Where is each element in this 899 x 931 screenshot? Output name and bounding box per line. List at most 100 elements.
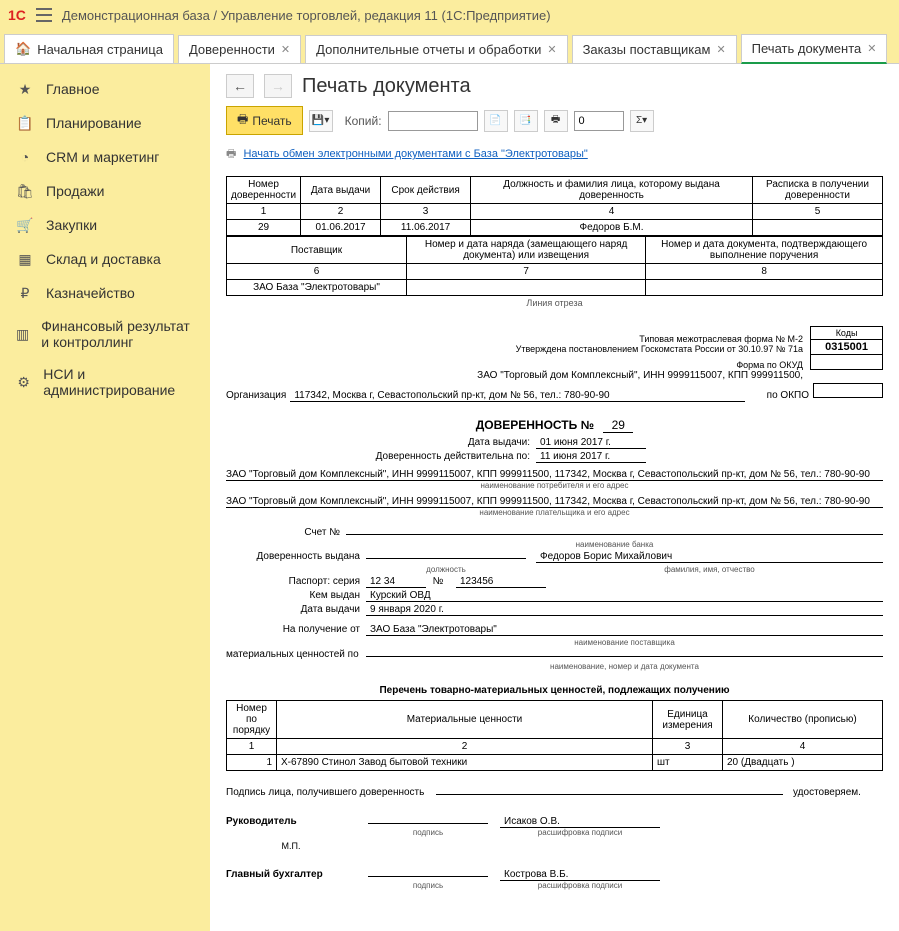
th: Единица измерения — [653, 701, 723, 739]
app-title: Демонстрационная база / Управление торго… — [62, 8, 551, 23]
tab-label: Печать документа — [752, 41, 862, 56]
td: 3 — [653, 739, 723, 755]
td: 4 — [723, 739, 883, 755]
passport-by-lab: Кем выдан — [226, 590, 366, 601]
tab-reports[interactable]: Дополнительные отчеты и обработки ✕ — [305, 35, 567, 63]
printer-icon: 🖶 — [237, 110, 248, 131]
issued-lab: Доверенность выдана — [226, 551, 366, 562]
td: шт — [653, 755, 723, 771]
td: Федоров Б.М. — [471, 220, 753, 236]
td: 5 — [753, 204, 883, 220]
close-icon[interactable]: ✕ — [547, 43, 556, 56]
save-button[interactable]: 💾▾ — [309, 110, 333, 132]
acc-name: Кострова В.Б. — [500, 869, 660, 881]
materials-table: Номер по порядку Материальные ценности Е… — [226, 700, 883, 771]
td: 8 — [646, 264, 883, 280]
td: 3 — [381, 204, 471, 220]
logo-1c: 1C — [8, 7, 26, 23]
th: Номер и дата наряда (замещающего наряд д… — [407, 237, 646, 264]
payer: ЗАО "Торговый дом Комплексный", ИНН 9999… — [226, 496, 883, 508]
account-note: наименование банка — [346, 540, 883, 549]
sidebar-item-nsi[interactable]: ⚙НСИ и администрирование — [0, 358, 210, 406]
edo-link[interactable]: Начать обмен электронными документами с … — [243, 148, 587, 160]
consumer-note: наименование потребителя и его адрес — [226, 481, 883, 490]
toolbar-btn-c[interactable]: 🖶 — [544, 110, 568, 132]
td: 2 — [277, 739, 653, 755]
cutline: Линия отреза — [226, 298, 883, 308]
td — [753, 220, 883, 236]
sidebar-item-label: Продажи — [46, 183, 104, 199]
sidebar-item-label: Планирование — [46, 115, 142, 131]
tab-orders[interactable]: Заказы поставщикам ✕ — [572, 35, 737, 63]
org-prefix: ЗАО "Торговый дом Комплексный", ИНН 9999… — [226, 370, 803, 381]
passport-lab: Паспорт: серия — [226, 576, 366, 587]
coin-icon: ₽ — [16, 284, 34, 302]
th: Должность и фамилия лица, которому выдан… — [471, 177, 753, 204]
home-tab-label: Начальная страница — [37, 42, 163, 57]
sidebar-item-sales[interactable]: 🛍 Продажи — [0, 174, 210, 208]
td: 1 — [227, 755, 277, 771]
mp: М.П. — [226, 841, 356, 851]
passport-date-lab: Дата выдачи — [226, 604, 366, 615]
cart-icon: 🛒 — [16, 216, 34, 234]
recv-lab: На получение от — [226, 624, 366, 635]
menu-icon[interactable] — [36, 8, 52, 22]
doc-title: ДОВЕРЕННОСТЬ № 29 — [226, 418, 883, 433]
sidebar-item-crm[interactable]: ◔CRM и маркетинг — [0, 140, 210, 174]
tab-label: Дополнительные отчеты и обработки — [316, 42, 541, 57]
th: Номер и дата документа, подтверждающего … — [646, 237, 883, 264]
sidebar-item-warehouse[interactable]: ▦Склад и доставка — [0, 242, 210, 276]
payer-note: наименование плательщика и его адрес — [226, 508, 883, 517]
recv-sig-lab: Подпись лица, получившего доверенность — [226, 787, 426, 798]
toolbar-btn-a[interactable]: 📄 — [484, 110, 508, 132]
back-button[interactable]: ← — [226, 74, 254, 98]
sidebar-item-main[interactable]: ★Главное — [0, 72, 210, 106]
values-val — [366, 656, 883, 657]
sidebar: ★Главное 📋Планирование ◔CRM и маркетинг … — [0, 64, 210, 931]
calendar-icon: 📋 — [16, 114, 34, 132]
date-issue-lab: Дата выдачи: — [226, 437, 536, 448]
issued-name: Федоров Борис Михайлович — [536, 551, 883, 563]
okpo-label: по ОКПО — [749, 390, 809, 401]
bag-icon: 🛍 — [16, 182, 34, 200]
toolbar: 🖶Печать 💾▾ Копий: 📄 📑 🖶 Σ▾ — [210, 98, 899, 143]
valid-until-lab: Доверенность действительна по: — [226, 451, 536, 462]
tab-doverennosti[interactable]: Доверенности ✕ — [178, 35, 301, 63]
mail-icon: 🖶 — [226, 148, 236, 160]
th: Расписка в получении доверенности — [753, 177, 883, 204]
td: 1 — [227, 204, 301, 220]
toolbar-btn-b[interactable]: 📑 — [514, 110, 538, 132]
org-val: 117342, Москва г, Севастопольский пр-кт,… — [290, 390, 745, 402]
consumer: ЗАО "Торговый дом Комплексный", ИНН 9999… — [226, 469, 883, 481]
th: Срок действия — [381, 177, 471, 204]
titlebar: 1C Демонстрационная база / Управление то… — [0, 0, 899, 30]
sum-input[interactable] — [574, 111, 624, 131]
list-title: Перечень товарно-материальных ценностей,… — [226, 685, 883, 696]
sidebar-item-planning[interactable]: 📋 Планирование — [0, 106, 210, 140]
sidebar-item-label: НСИ и администрирование — [43, 366, 194, 398]
sidebar-item-purchases[interactable]: 🛒Закупки — [0, 208, 210, 242]
okud-val: 0315001 — [811, 340, 882, 355]
recv-val: ЗАО База "Электротовары" — [366, 624, 883, 636]
sigma-button[interactable]: Σ▾ — [630, 110, 654, 132]
td: 6 — [227, 264, 407, 280]
td: 1 — [227, 739, 277, 755]
sidebar-item-label: Склад и доставка — [46, 251, 161, 267]
tab-print[interactable]: Печать документа ✕ — [741, 34, 888, 64]
close-icon[interactable]: ✕ — [867, 42, 876, 55]
copies-input[interactable] — [388, 111, 478, 131]
print-button[interactable]: 🖶Печать — [226, 106, 303, 135]
th: Номер по порядку — [227, 701, 277, 739]
forward-button[interactable]: → — [264, 74, 292, 98]
sidebar-item-finresult[interactable]: ▥Финансовый результат и контроллинг — [0, 310, 210, 358]
close-icon[interactable]: ✕ — [716, 43, 725, 56]
home-icon: 🏠 — [15, 41, 31, 57]
home-tab[interactable]: 🏠 Начальная страница — [4, 34, 174, 63]
td: ЗАО База "Электротовары" — [227, 280, 407, 296]
head-sig — [368, 823, 488, 824]
sidebar-item-treasury[interactable]: ₽Казначейство — [0, 276, 210, 310]
bars-icon: ▥ — [16, 325, 29, 343]
close-icon[interactable]: ✕ — [281, 43, 290, 56]
head-lab: Руководитель — [226, 816, 356, 827]
th: Материальные ценности — [277, 701, 653, 739]
